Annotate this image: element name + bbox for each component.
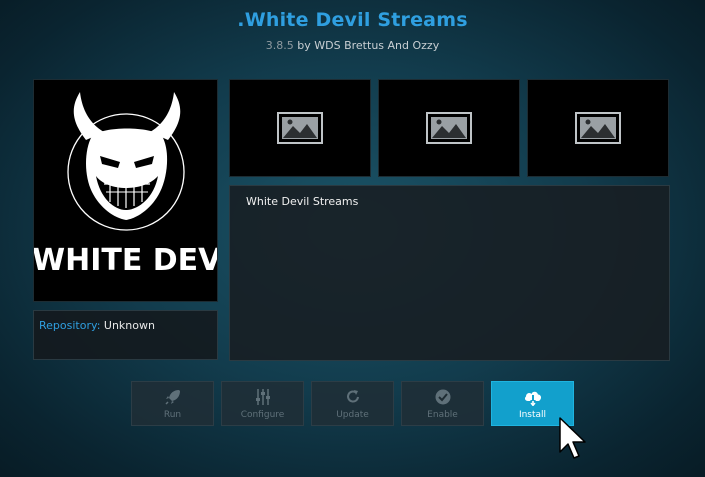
addon-icon-panel: WHITE DEVIL: [33, 79, 218, 302]
description-panel: White Devil Streams: [229, 185, 670, 361]
image-placeholder-icon: [277, 112, 323, 144]
image-placeholder-icon: [426, 112, 472, 144]
enable-button[interactable]: Enable: [401, 381, 484, 426]
install-label: Install: [518, 410, 547, 420]
repository-panel: Repository: Unknown: [33, 310, 218, 360]
screenshot-2[interactable]: [378, 79, 520, 177]
rocket-icon: [164, 390, 180, 405]
update-button[interactable]: Update: [311, 381, 394, 426]
run-label: Run: [163, 410, 182, 420]
addon-version: 3.8.5: [265, 39, 294, 52]
page-title: .White Devil Streams: [237, 9, 468, 31]
screenshot-1[interactable]: [229, 79, 371, 177]
configure-label: Configure: [240, 410, 285, 420]
update-label: Update: [336, 410, 369, 420]
screenshot-3[interactable]: [527, 79, 669, 177]
description-text: White Devil Streams: [246, 195, 359, 208]
configure-button[interactable]: Configure: [221, 381, 304, 426]
sliders-icon: [255, 389, 270, 405]
check-circle-icon: [435, 389, 450, 405]
repository-value: Unknown: [103, 319, 155, 332]
image-placeholder-icon: [575, 112, 621, 144]
mouse-cursor-icon: [559, 417, 586, 459]
enable-label: Enable: [427, 410, 458, 420]
white-devil-logo: WHITE DEVIL: [34, 92, 218, 278]
addon-subtitle: 3.8.5 by WDS Brettus And Ozzy: [0, 39, 705, 52]
repository-label: Repository:: [39, 319, 101, 332]
addon-author: by WDS Brettus And Ozzy: [293, 39, 440, 52]
refresh-icon: [346, 390, 359, 403]
logo-text: WHITE DEVIL: [34, 243, 218, 278]
run-button[interactable]: Run: [131, 381, 214, 426]
cloud-download-icon: [524, 391, 541, 406]
